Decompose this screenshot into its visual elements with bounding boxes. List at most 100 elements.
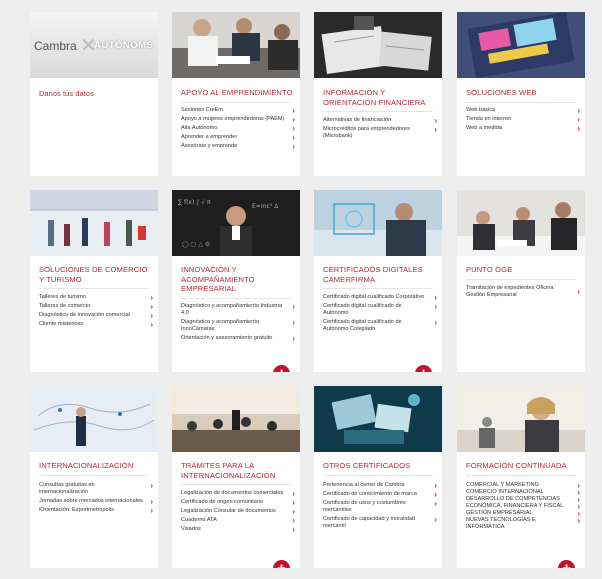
list-item-link[interactable]: Talleres de comercio › — [39, 303, 154, 311]
expand-plus-button[interactable]: + — [273, 560, 290, 568]
list-item-link[interactable]: Legalización Consular de documentos › — [181, 508, 296, 516]
list-item-link[interactable]: Tienda en internet › — [466, 116, 581, 124]
list-item-link[interactable]: iOrientación: Exportmetropolis › — [39, 506, 154, 514]
card-tramites-internacionalizacion[interactable]: TRÁMITES PARA LA INTERNACIONALIZACIÓN Le… — [172, 386, 300, 568]
divider — [466, 279, 576, 280]
card-title[interactable]: INNOVACIÓN Y ACOMPAÑAMIENTO EMPRESARIAL — [181, 265, 294, 294]
card-title[interactable]: APOYO AL EMPRENDIMIENTO — [181, 88, 294, 98]
list-item-link[interactable]: COMERCIO INTERNACIONAL › — [466, 489, 581, 497]
list-item-link[interactable]: Tramitación de expedientes Oficina Gesti… — [466, 285, 581, 299]
card-title[interactable]: OTROS CERTIFICADOS — [323, 461, 436, 471]
chevron-right-icon: › — [434, 293, 437, 302]
shopping-mall-photo — [30, 190, 158, 256]
card-title[interactable]: TRÁMITES PARA LA INTERNACIONALIZACIÓN — [181, 461, 294, 480]
list-item-link[interactable]: GESTIÓN EMPRESARIAL › — [466, 510, 581, 518]
divider — [466, 102, 576, 103]
documents-screen-photo — [314, 386, 442, 452]
card-otros-certificados[interactable]: OTROS CERTIFICADOS Pertenencia al censo … — [314, 386, 442, 568]
chevron-right-icon: › — [434, 302, 437, 311]
chevron-right-icon: › — [577, 516, 580, 525]
card-link-list: Certificado digital cualificado Corporat… — [323, 294, 438, 333]
divider — [181, 102, 291, 103]
list-item-link[interactable]: Asesórate y emprende › — [181, 143, 296, 151]
list-item-link[interactable]: Talleres de turismo › — [39, 294, 154, 302]
list-item-link[interactable]: Pertenencia al censo de Cambra › — [323, 481, 438, 490]
card-link-list: Pertenencia al censo de Cambra › Certific… — [323, 482, 438, 530]
chevron-right-icon: › — [292, 333, 295, 343]
card-formacion-continuada[interactable]: FORMACIÓN CONTINUADA COMERCIAL Y MARKETI… — [457, 386, 585, 568]
divider — [181, 484, 291, 485]
list-item-link[interactable]: Diagnóstico y acompañamiento InnoCámaras… — [181, 318, 296, 333]
chevron-right-icon: › — [292, 133, 295, 142]
card-title[interactable]: PUNTO OGE — [466, 265, 579, 275]
divider — [323, 111, 433, 112]
list-item-link[interactable]: Web básica › — [466, 106, 581, 115]
chevron-right-icon: › — [292, 516, 295, 525]
expand-plus-button[interactable]: + — [273, 365, 290, 372]
card-title[interactable]: SOLUCIONES DE COMERCIO Y TURISMO — [39, 265, 152, 284]
card-punto-oge[interactable]: PUNTO OGE Tramitación de expedientes Ofi… — [457, 190, 585, 372]
card-certificados-digitales[interactable]: CERTIFICADOS DIGITALES CAMERFIRMA Certif… — [314, 190, 442, 372]
list-item-link[interactable]: NUEVAS TECNOLOGÍAS E INFORMÁTICA › — [466, 517, 581, 531]
divider — [181, 298, 291, 299]
list-item-link[interactable]: Certificado digital cualificado de Autón… — [323, 318, 438, 333]
list-item-link[interactable]: Cuaderno ATA › — [181, 516, 296, 525]
chevron-right-icon: › — [434, 490, 437, 499]
chevron-right-icon: › — [150, 481, 153, 490]
card-informacion-financiera[interactable]: INFORMACIÓN Y ORIENTACIÓN FINANCIERA Alt… — [314, 12, 442, 176]
list-item-link[interactable]: Cliente misterioso › — [39, 321, 154, 329]
list-item-link[interactable]: Microcréditos para emprendedores (Microb… — [323, 126, 438, 140]
card-subtitle-link[interactable]: Danos tus datos — [39, 89, 152, 99]
list-item-link[interactable]: Certificado de capacidad y moralidad mer… — [323, 514, 438, 530]
divider — [39, 475, 149, 476]
card-link-list: Legalización de documentos comerciales › … — [181, 490, 296, 534]
card-apoyo-emprendimiento[interactable]: APOYO AL EMPRENDIMIENTO Sesiones CreEm › … — [172, 12, 300, 176]
list-item-link[interactable]: Certificado digital cualificado Corporat… — [323, 293, 438, 302]
card-link-list: Tramitación de expedientes Oficina Gesti… — [466, 285, 581, 299]
expand-plus-button[interactable]: + — [415, 365, 432, 372]
card-cambra-autonoms[interactable]: Cambra ✕ AUTÒNOMS Danos tus datos — [30, 12, 158, 176]
card-title[interactable]: SOLUCIONES WEB — [466, 88, 579, 98]
card-title[interactable]: INTERNACIONALIZACIÓN — [39, 461, 152, 471]
card-title[interactable]: CERTIFICADOS DIGITALES CAMERFIRMA — [323, 265, 436, 284]
list-item-link[interactable]: Alternativas de financiación › — [323, 117, 438, 125]
list-item-link[interactable]: Diagnóstico de innovación comercial › — [39, 312, 154, 320]
list-item-link[interactable]: Certificado de conocimiento de marca › — [323, 490, 438, 499]
list-item-link[interactable]: Aprender a emprender › — [181, 133, 296, 142]
card-link-list: Alternativas de financiación › Microcrédi… — [323, 117, 438, 140]
chevron-right-icon: › — [577, 106, 580, 115]
list-item-link[interactable]: Web a medida › — [466, 125, 581, 133]
card-comercio-turismo[interactable]: SOLUCIONES DE COMERCIO Y TURISMO Tallere… — [30, 190, 158, 372]
list-item-link[interactable]: Sesiones CreEm › — [181, 107, 296, 115]
list-item-link[interactable]: Jornadas sobre mercados internacionales › — [39, 497, 154, 505]
training-photo — [457, 386, 585, 452]
card-link-list: Web básica › Tienda en internet › Web a me… — [466, 106, 581, 133]
list-item-link[interactable]: Orientación y asesoramiento gratuito › — [181, 333, 296, 343]
card-internacionalizacion[interactable]: INTERNACIONALIZACIÓN Consultas gratuitas… — [30, 386, 158, 568]
list-item-link[interactable]: COMERCIAL Y MARKETING › — [466, 482, 581, 490]
expand-plus-button[interactable]: + — [558, 560, 575, 568]
card-link-list: Sesiones CreEm › Apoyo a mujeres emprende… — [181, 107, 296, 151]
list-item-link[interactable]: Legalización de documentos comerciales › — [181, 490, 296, 498]
list-item-link[interactable]: Alta Autónomo › — [181, 125, 296, 133]
list-item-link[interactable]: Consultas gratuitas en internacionalizac… — [39, 482, 154, 496]
list-item-link[interactable]: Certificado de origen comunitario › — [181, 499, 296, 507]
list-item-link[interactable]: ECONÓMICA, FINANCIERA Y FISCAL › — [466, 503, 581, 511]
list-item-link[interactable]: Visados › — [181, 526, 296, 534]
chevron-right-icon: › — [434, 481, 437, 490]
list-item-link[interactable]: Apoyo a mujeres emprendedoras (PAEM) › — [181, 116, 296, 124]
list-item-link[interactable]: DESARROLLO DE COMPETENCIAS › — [466, 496, 581, 504]
list-item-link[interactable]: Certificado digital cualificado de Autón… — [323, 303, 438, 317]
chevron-right-icon: › — [292, 302, 295, 311]
list-item-link[interactable]: Diagnóstico y acompañamiento Industria 4… — [181, 303, 296, 317]
card-innovacion[interactable]: ∑ f(x) ∫ √ π E=mc² ∆ ◯ ▢ △ ⚙ INNOVACIÓN Y … — [172, 190, 300, 372]
chevron-right-icon: › — [434, 499, 437, 508]
chevron-right-icon: › — [434, 514, 437, 524]
cambra-autonoms-logo: Cambra ✕ AUTÒNOMS — [30, 12, 158, 78]
card-title[interactable]: FORMACIÓN CONTINUADA — [466, 461, 579, 471]
card-soluciones-web[interactable]: SOLUCIONES WEB Web básica › Tienda en int… — [457, 12, 585, 176]
financial-documents-photo — [314, 12, 442, 78]
list-item-link[interactable]: Certificado de usos y costumbres mercant… — [323, 500, 438, 514]
card-link-list: Consultas gratuitas en internacionalizac… — [39, 482, 154, 515]
card-title[interactable]: INFORMACIÓN Y ORIENTACIÓN FINANCIERA — [323, 88, 436, 107]
